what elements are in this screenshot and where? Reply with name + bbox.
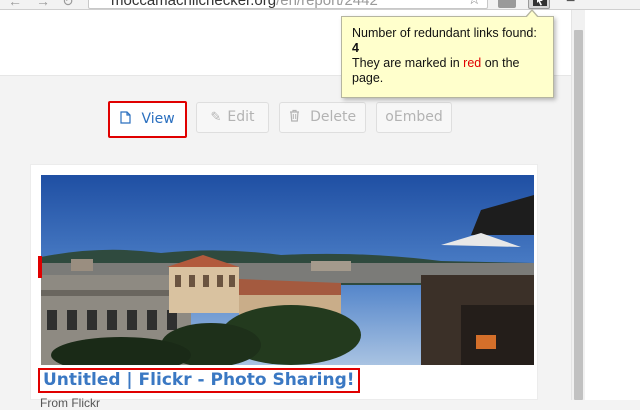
- preview-title-link[interactable]: Untitled | Flickr - Photo Sharing!: [38, 368, 360, 393]
- tooltip-line-count: Number of redundant links found: 4: [352, 26, 543, 56]
- address-bar[interactable]: moccamachlichecker.org/en/report/2442 ☆: [88, 0, 488, 9]
- view-button[interactable]: View: [108, 101, 187, 138]
- edit-icon: ✎: [210, 110, 222, 125]
- extension-icon[interactable]: [498, 0, 516, 8]
- tooltip-marked-prefix: They are marked in: [352, 56, 464, 70]
- browser-toolbar: ← → ↻ moccamachlichecker.org/en/report/2…: [0, 0, 640, 10]
- edit-button-label: Edit: [227, 109, 255, 125]
- url-text: moccamachlichecker.org/en/report/2442: [111, 0, 378, 9]
- document-icon: [120, 111, 135, 127]
- tooltip-red-word: red: [463, 56, 482, 70]
- tooltip-count-value: 4: [352, 41, 359, 55]
- edit-button[interactable]: ✎ Edit: [196, 102, 269, 133]
- delete-button-label: Delete: [310, 109, 357, 125]
- oembed-button[interactable]: oEmbed: [376, 102, 452, 133]
- delete-button[interactable]: Delete: [279, 102, 366, 133]
- preview-photo[interactable]: [41, 175, 534, 365]
- preview-subtitle: From Flickr: [40, 396, 100, 410]
- oembed-button-label: oEmbed: [385, 109, 443, 125]
- forward-arrow-icon[interactable]: →: [36, 0, 50, 8]
- trash-icon: [289, 109, 304, 125]
- scrollbar-thumb[interactable]: [574, 30, 583, 400]
- redundant-links-tooltip: Number of redundant links found: 4 They …: [341, 9, 554, 98]
- view-button-label: View: [141, 111, 175, 127]
- menu-icon[interactable]: ≡: [566, 0, 575, 8]
- link-checker-extension-icon[interactable]: [528, 0, 550, 9]
- back-arrow-icon[interactable]: ←: [8, 0, 22, 8]
- right-gutter: [585, 10, 640, 400]
- star-icon[interactable]: ☆: [468, 0, 481, 8]
- reload-icon[interactable]: ↻: [62, 0, 76, 8]
- tooltip-count-label: Number of redundant links found:: [352, 26, 537, 40]
- tooltip-line-marked: They are marked in red on the page.: [352, 56, 543, 86]
- redundant-link-marker: [38, 256, 42, 278]
- vertical-scrollbar[interactable]: [571, 10, 585, 400]
- tooltip-caret: [526, 11, 538, 18]
